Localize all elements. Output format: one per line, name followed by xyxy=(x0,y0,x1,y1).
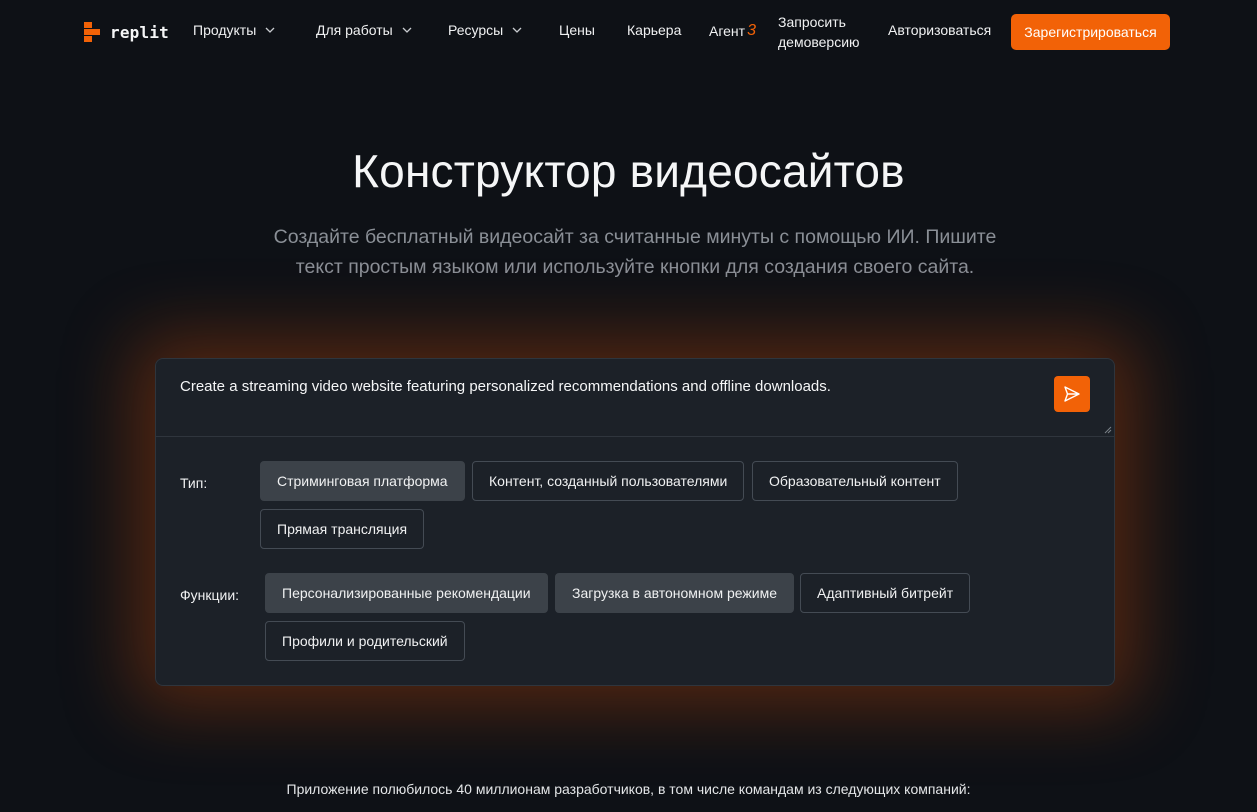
login-link[interactable]: Авторизоваться xyxy=(888,22,991,38)
request-demo-line1: Запросить xyxy=(778,14,846,30)
chip-type-educational[interactable]: Образовательный контент xyxy=(752,461,958,501)
send-icon xyxy=(1064,386,1080,402)
chip-type-streaming[interactable]: Стриминговая платформа xyxy=(260,461,465,501)
type-label: Тип: xyxy=(180,475,208,491)
nav-for-work-menu[interactable]: Для работы xyxy=(316,22,413,38)
nav-products-menu[interactable]: Продукты xyxy=(193,22,276,38)
resize-handle-icon[interactable] xyxy=(1104,426,1112,434)
nav-agent-label: Агент xyxy=(709,23,746,39)
nav-agent-link[interactable]: Агент 3 xyxy=(709,22,756,40)
signup-button[interactable]: Зарегистрироваться xyxy=(1011,14,1170,50)
send-button[interactable] xyxy=(1054,376,1090,412)
nav-for-work-label: Для работы xyxy=(316,22,393,38)
nav-pricing-link[interactable]: Цены xyxy=(559,22,595,38)
request-demo-line2: демоверсию xyxy=(778,34,860,50)
page-subtitle: Создайте бесплатный видеосайт за считанн… xyxy=(273,226,997,278)
chip-feature-bitrate[interactable]: Адаптивный битрейт xyxy=(800,573,971,613)
replit-logo-icon xyxy=(84,22,102,42)
chip-feature-profiles[interactable]: Профили и родительский xyxy=(265,621,465,661)
nav-resources-label: Ресурсы xyxy=(448,22,504,38)
chevron-down-icon xyxy=(402,27,412,33)
chip-feature-offline[interactable]: Загрузка в автономном режиме xyxy=(555,573,794,613)
chevron-down-icon xyxy=(265,27,275,33)
chip-feature-recommendations[interactable]: Персонализированные рекомендации xyxy=(265,573,548,613)
page-title: Конструктор видеосайтов xyxy=(352,145,905,197)
nav-products-label: Продукты xyxy=(193,22,257,38)
top-nav: replit Продукты Для работы Ресурсы Цены … xyxy=(0,0,1257,62)
logo-wordmark: replit xyxy=(110,22,169,42)
agent-version-badge: 3 xyxy=(747,22,756,39)
trusted-by-text: Приложение полюбилось 40 миллионам разра… xyxy=(286,781,971,797)
request-demo-link[interactable]: Запросить демоверсию xyxy=(778,12,868,52)
prompt-text: Create a streaming video website featuri… xyxy=(180,378,831,395)
nav-careers-link[interactable]: Карьера xyxy=(627,22,681,38)
chip-type-ugc[interactable]: Контент, созданный пользователями xyxy=(472,461,745,501)
replit-logo[interactable]: replit xyxy=(84,22,169,42)
features-label: Функции: xyxy=(180,587,240,603)
chip-type-live[interactable]: Прямая трансляция xyxy=(260,509,425,549)
builder-card: Create a streaming video website featuri… xyxy=(155,358,1115,686)
prompt-textarea[interactable]: Create a streaming video website featuri… xyxy=(156,359,1114,437)
nav-resources-menu[interactable]: Ресурсы xyxy=(448,22,523,38)
chevron-down-icon xyxy=(512,27,522,33)
